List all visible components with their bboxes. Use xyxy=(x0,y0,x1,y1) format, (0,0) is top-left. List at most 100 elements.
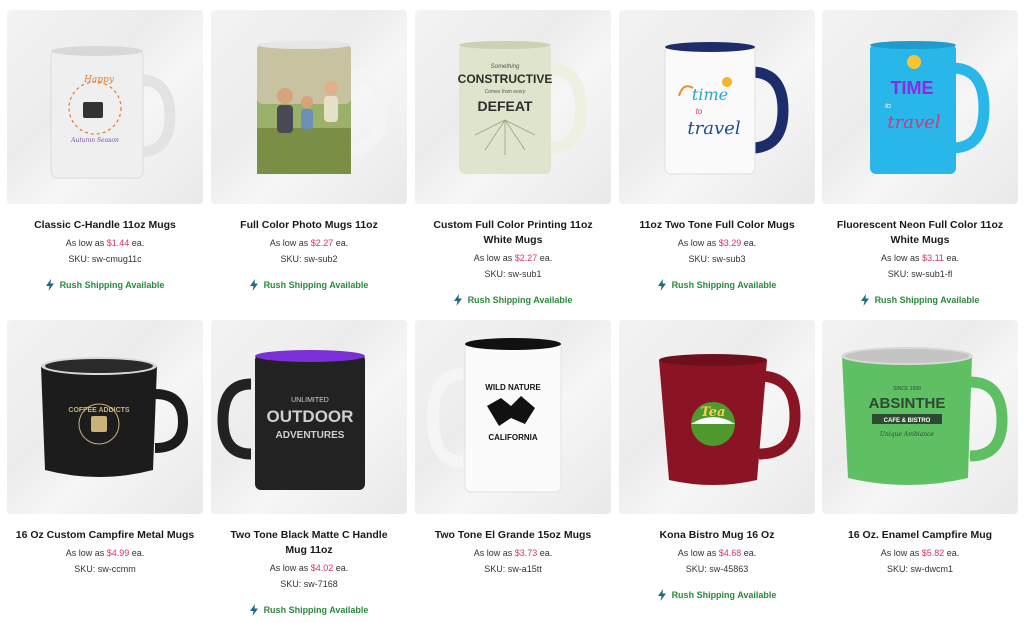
product-card[interactable]: time to travel 11oz Two Tone Full Color … xyxy=(619,10,815,291)
price-value: $2.27 xyxy=(310,238,334,248)
price-line: As low as $4.68 ea. xyxy=(677,548,757,558)
lightning-bolt-icon xyxy=(860,294,869,306)
product-card[interactable]: TIME to travel Fluorescent Neon Full Col… xyxy=(822,10,1018,306)
mug-image: Something CONSTRUCTIVE Comes from every … xyxy=(458,41,588,174)
mug-print-text: time xyxy=(692,85,728,104)
price-value: $4.02 xyxy=(310,563,334,573)
mug-print-text: to xyxy=(885,103,891,110)
price-line: As low as $2.27 ea. xyxy=(269,238,349,248)
product-title[interactable]: 16 Oz. Enamel Campfire Mug xyxy=(830,528,1010,543)
mug-print-text: SINCE 1999 xyxy=(893,386,921,392)
price-line: As low as $3.29 ea. xyxy=(677,238,757,248)
product-card[interactable]: Full Color Photo Mugs 11oz As low as $2.… xyxy=(211,10,407,291)
price-value: $3.29 xyxy=(718,238,742,248)
product-title[interactable]: Fluorescent Neon Full Color 11oz White M… xyxy=(830,218,1010,248)
product-card[interactable]: Happy Autumn Season Classic C-Handle 11o… xyxy=(7,10,203,291)
mug-image: Tea xyxy=(659,354,801,485)
product-sku: SKU: sw-sub1 xyxy=(484,269,542,279)
product-title[interactable]: 11oz Two Tone Full Color Mugs xyxy=(627,218,807,233)
mug-print-text: Comes from every xyxy=(485,89,526,95)
lightning-bolt-icon xyxy=(249,279,258,291)
mug-image: COFFEE ADDICTS xyxy=(41,357,189,477)
mug-print-text: WILD NATURE xyxy=(485,383,541,392)
rush-shipping-badge: Rush Shipping Available xyxy=(657,279,776,291)
product-image[interactable]: Something CONSTRUCTIVE Comes from every … xyxy=(415,10,611,204)
rush-shipping-badge: Rush Shipping Available xyxy=(249,604,368,616)
product-sku: SKU: sw-45863 xyxy=(685,564,749,574)
rush-shipping-badge: Rush Shipping Available xyxy=(657,589,776,601)
product-card[interactable]: COFFEE ADDICTS 16 Oz Custom Campfire Met… xyxy=(7,320,203,575)
product-title[interactable]: 16 Oz Custom Campfire Metal Mugs xyxy=(15,528,195,543)
product-image[interactable]: COFFEE ADDICTS xyxy=(7,320,203,514)
product-image[interactable] xyxy=(211,10,407,204)
mug-image: Happy Autumn Season xyxy=(50,46,176,179)
mug-print-text: TIME xyxy=(891,78,934,98)
mug-print-text: Something xyxy=(491,64,520,70)
product-sku: SKU: sw-dwcm1 xyxy=(886,564,953,574)
mug-image xyxy=(257,41,388,174)
mug-print-text: ADVENTURES xyxy=(276,430,345,441)
mug-print-text: COFFEE ADDICTS xyxy=(68,407,130,414)
product-image[interactable]: Tea xyxy=(619,320,815,514)
product-title[interactable]: Kona Bistro Mug 16 Oz xyxy=(627,528,807,543)
rush-shipping-badge: Rush Shipping Available xyxy=(860,294,979,306)
product-image[interactable]: SINCE 1999 ABSINTHE CAFE & BISTRO Unique… xyxy=(822,320,1018,514)
product-grid: Happy Autumn Season Classic C-Handle 11o… xyxy=(0,0,1024,623)
product-card[interactable]: WILD NATURE CALIFORNIA Two Tone El Grand… xyxy=(415,320,611,575)
mug-print-text: travel xyxy=(887,112,940,133)
product-title[interactable]: Two Tone El Grande 15oz Mugs xyxy=(423,528,603,543)
price-value: $5.82 xyxy=(921,548,945,558)
price-value: $3.73 xyxy=(514,548,538,558)
product-image[interactable]: Happy Autumn Season xyxy=(7,10,203,204)
product-card[interactable]: Something CONSTRUCTIVE Comes from every … xyxy=(415,10,611,306)
price-value: $4.68 xyxy=(718,548,742,558)
product-title[interactable]: Full Color Photo Mugs 11oz xyxy=(219,218,399,233)
rush-shipping-badge: Rush Shipping Available xyxy=(249,279,368,291)
lightning-bolt-icon xyxy=(453,294,462,306)
mug-print-text: Unique Ambiance xyxy=(880,431,935,438)
product-card[interactable]: Tea Kona Bistro Mug 16 Oz As low as $4.6… xyxy=(619,320,815,601)
product-sku: SKU: sw-cmug11c xyxy=(68,254,142,264)
product-sku: SKU: sw-sub1-fl xyxy=(887,269,953,279)
product-title[interactable]: Custom Full Color Printing 11oz White Mu… xyxy=(423,218,603,248)
price-value: $1.44 xyxy=(106,238,130,248)
mug-print-text: ABSINTHE xyxy=(869,395,946,412)
product-image[interactable]: WILD NATURE CALIFORNIA xyxy=(415,320,611,514)
mug-print-text: UNLIMITED xyxy=(291,397,329,404)
mug-image: UNLIMITED OUTDOOR ADVENTURES xyxy=(217,350,365,490)
product-sku: SKU: sw-ccmm xyxy=(74,564,136,574)
product-image[interactable]: UNLIMITED OUTDOOR ADVENTURES xyxy=(211,320,407,514)
price-line: As low as $4.99 ea. xyxy=(65,548,145,558)
product-sku: SKU: sw-7168 xyxy=(280,579,338,589)
product-card[interactable]: SINCE 1999 ABSINTHE CAFE & BISTRO Unique… xyxy=(822,320,1018,575)
product-sku: SKU: sw-sub3 xyxy=(688,254,746,264)
mug-print-text: OUTDOOR xyxy=(267,407,354,426)
lightning-bolt-icon xyxy=(45,279,54,291)
lightning-bolt-icon xyxy=(249,604,258,616)
mug-print-text: CONSTRUCTIVE xyxy=(458,72,553,86)
price-value: $4.99 xyxy=(106,548,130,558)
product-card[interactable]: UNLIMITED OUTDOOR ADVENTURES Two Tone Bl… xyxy=(211,320,407,616)
mug-print-text: travel xyxy=(687,118,740,139)
price-line: As low as $4.02 ea. xyxy=(269,563,349,573)
price-line: As low as $3.73 ea. xyxy=(473,548,553,558)
mug-print-text: CALIFORNIA xyxy=(488,433,538,442)
mug-print-text: Happy xyxy=(83,75,115,85)
product-sku: SKU: sw-a15tt xyxy=(484,564,542,574)
mug-print-text: CAFE & BISTRO xyxy=(884,418,931,424)
lightning-bolt-icon xyxy=(657,589,666,601)
product-title[interactable]: Two Tone Black Matte C Handle Mug 11oz xyxy=(219,528,399,558)
product-image[interactable]: TIME to travel xyxy=(822,10,1018,204)
mug-image: time to travel xyxy=(664,42,789,175)
rush-shipping-badge: Rush Shipping Available xyxy=(453,294,572,306)
lightning-bolt-icon xyxy=(657,279,666,291)
mug-print-text: Tea xyxy=(701,405,726,420)
product-image[interactable]: time to travel xyxy=(619,10,815,204)
mug-image: SINCE 1999 ABSINTHE CAFE & BISTRO Unique… xyxy=(841,347,1008,485)
rush-shipping-badge: Rush Shipping Available xyxy=(45,279,164,291)
product-title[interactable]: Classic C-Handle 11oz Mugs xyxy=(15,218,195,233)
mug-image: WILD NATURE CALIFORNIA xyxy=(426,338,562,493)
price-line: As low as $1.44 ea. xyxy=(65,238,145,248)
price-value: $3.11 xyxy=(922,253,944,263)
price-line: As low as $5.82 ea. xyxy=(880,548,960,558)
